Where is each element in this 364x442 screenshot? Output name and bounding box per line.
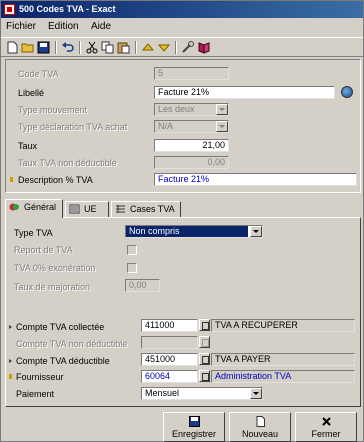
tools-icon[interactable] — [181, 41, 195, 54]
compte-non-deductible-field — [141, 336, 198, 349]
type-declaration-value: N/A — [158, 121, 174, 131]
tab-general[interactable]: Général — [5, 199, 63, 218]
type-tva-select[interactable]: Non compris — [125, 225, 263, 238]
title-bar[interactable]: 500 Codes TVA - Exact — [1, 1, 363, 18]
required-marker — [10, 177, 13, 182]
new-button[interactable]: Nouveau — [229, 412, 291, 442]
lookup-icon[interactable] — [199, 370, 210, 382]
paiement-value: Mensuel — [145, 388, 180, 398]
code-field: 5 — [154, 67, 229, 80]
type-mouvement-label: Type mouvement — [18, 105, 88, 115]
menu-edition[interactable]: Edition — [48, 18, 79, 36]
undo-icon[interactable] — [61, 41, 75, 54]
chevron-down-icon — [216, 104, 228, 115]
toolbar-separator — [79, 41, 81, 54]
lookup-icon[interactable] — [199, 353, 210, 365]
paste-icon[interactable] — [117, 41, 131, 54]
button-bar: Enregistrer Nouveau Fermer — [1, 410, 363, 442]
report-tva-checkbox — [127, 245, 137, 255]
tab-cases-tva[interactable]: Cases TVA — [111, 201, 181, 217]
next-icon[interactable] — [157, 41, 171, 54]
cut-icon[interactable] — [85, 41, 99, 54]
report-tva-label: Report de TVA — [14, 245, 73, 255]
fournisseur-field[interactable]: 60064 — [141, 370, 198, 383]
type-tva-label: Type TVA — [14, 228, 53, 238]
menu-aide[interactable]: Aide — [91, 18, 111, 36]
fournisseur-desc[interactable]: Administration TVA — [211, 370, 355, 383]
tab-general-label: Général — [24, 202, 57, 212]
taux-non-deductible-field: 0,00 — [154, 156, 229, 169]
required-marker — [9, 374, 12, 379]
save-icon — [189, 416, 200, 427]
menu-fichier[interactable]: Fichier — [6, 18, 36, 36]
description-field[interactable]: Facture 21% — [154, 173, 357, 186]
toolbar-separator — [135, 41, 137, 54]
majoration-label: Taux de majoration — [14, 282, 91, 292]
cases-tva-icon — [116, 205, 125, 213]
menu-bar: Fichier Edition Aide — [1, 18, 363, 36]
close-icon — [322, 417, 331, 426]
tab-ue[interactable]: UE — [65, 201, 109, 217]
compte-collectee-desc: TVA A RECUPERER — [211, 319, 355, 332]
type-declaration-select: N/A — [154, 120, 229, 133]
taux-label: Taux — [18, 141, 38, 151]
toolbar — [1, 37, 363, 57]
tab-ue-label: UE — [84, 204, 97, 214]
ue-icon — [69, 204, 80, 214]
translate-icon[interactable] — [341, 86, 353, 98]
compte-collectee-field[interactable]: 411000 — [141, 319, 198, 332]
compte-deductible-label: Compte TVA déductible — [16, 356, 110, 366]
exoneration-checkbox — [127, 263, 137, 273]
open-icon[interactable] — [21, 41, 35, 54]
compte-collectee-label: Compte TVA collectée — [16, 322, 105, 332]
new-icon — [256, 416, 265, 427]
type-tva-value: Non compris — [126, 226, 248, 237]
type-mouvement-select: Les deux — [154, 103, 229, 116]
majoration-field: 0,00 — [125, 279, 160, 292]
general-icon — [9, 203, 19, 211]
save-icon[interactable] — [37, 41, 51, 54]
prev-icon[interactable] — [141, 41, 155, 54]
tab-strip: Général UE Cases TVA — [5, 199, 361, 218]
lookup-icon[interactable] — [199, 319, 210, 331]
code-label: Code TVA — [18, 69, 59, 79]
paiement-label: Paiement — [16, 389, 55, 399]
libelle-field[interactable]: Facture 21% — [154, 86, 335, 99]
save-button[interactable]: Enregistrer — [163, 412, 225, 442]
tab-cases-tva-label: Cases TVA — [130, 204, 175, 214]
required-arrow-icon — [9, 325, 12, 329]
new-icon[interactable] — [5, 41, 19, 54]
compte-deductible-desc: TVA A PAYER — [211, 353, 355, 366]
new-button-label: Nouveau — [241, 429, 279, 439]
chevron-down-icon[interactable] — [250, 226, 262, 237]
lookup-icon — [199, 336, 210, 348]
paiement-select[interactable]: Mensuel — [141, 387, 263, 400]
type-mouvement-value: Les deux — [158, 104, 195, 114]
type-declaration-label: Type déclaration TVA achat — [18, 122, 128, 132]
toolbar-separator — [175, 41, 177, 54]
save-button-label: Enregistrer — [171, 429, 216, 439]
close-button[interactable]: Fermer — [295, 412, 357, 442]
taux-field[interactable]: 21,00 — [154, 139, 229, 152]
app-icon — [4, 4, 15, 15]
close-button-label: Fermer — [311, 429, 341, 439]
book-icon[interactable] — [197, 41, 211, 54]
libelle-label: Libellé — [18, 88, 45, 98]
compte-non-deductible-label: Compte TVA non déductible — [16, 339, 128, 349]
window-title: 500 Codes TVA - Exact — [19, 4, 116, 14]
chevron-down-icon[interactable] — [250, 388, 262, 399]
copy-icon[interactable] — [101, 41, 115, 54]
required-arrow-icon — [9, 359, 12, 363]
main-window: 500 Codes TVA - Exact Fichier Edition Ai… — [0, 0, 364, 442]
chevron-down-icon — [216, 121, 228, 132]
exoneration-label: TVA 0% exonération — [14, 263, 96, 273]
toolbar-separator — [55, 41, 57, 54]
description-label: Description % TVA — [18, 175, 93, 185]
compte-deductible-field[interactable]: 451000 — [141, 353, 198, 366]
fournisseur-label: Fournisseur — [16, 372, 64, 382]
taux-non-deductible-label: Taux TVA non déductible — [18, 158, 117, 168]
